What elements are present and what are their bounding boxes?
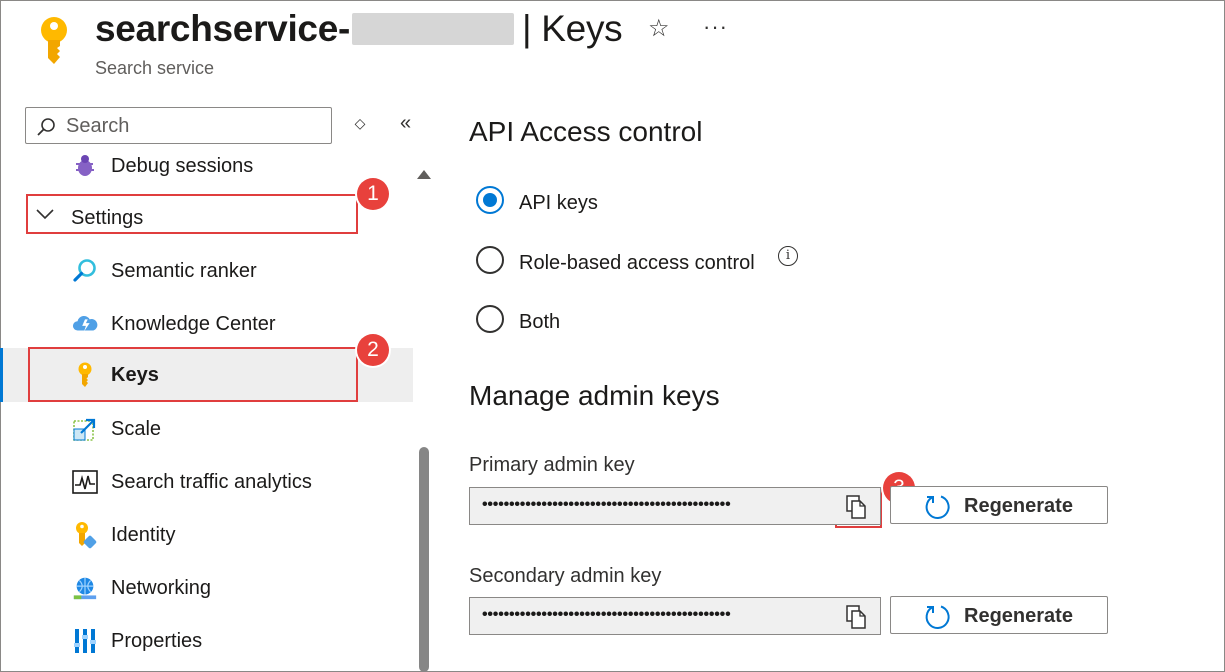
scroll-up-arrow-icon[interactable] [417, 170, 431, 179]
sidebar-item-semantic-ranker[interactable]: Semantic ranker [0, 245, 413, 297]
sidebar-item-identity[interactable]: Identity [0, 509, 413, 561]
primary-key-label: Primary admin key [469, 454, 635, 476]
primary-key-field[interactable]: ••••••••••••••••••••••••••••••••••••••••… [469, 487, 881, 525]
scale-icon [72, 416, 98, 442]
secondary-key-label: Secondary admin key [469, 565, 662, 587]
primary-regenerate-button[interactable]: Regenerate [890, 486, 1108, 524]
radio-both[interactable] [476, 305, 504, 333]
manage-admin-keys-heading: Manage admin keys [469, 380, 720, 411]
knowledge-cloud-icon [72, 311, 98, 337]
info-icon[interactable]: i [778, 246, 798, 266]
api-access-heading: API Access control [469, 116, 703, 147]
sort-toggle-icon[interactable]: ◇ [350, 115, 370, 139]
semantic-search-icon [72, 258, 98, 284]
identity-icon [72, 522, 98, 549]
networking-icon [72, 575, 98, 601]
page-subtitle: Search service [95, 58, 215, 78]
radio-label-api-keys[interactable]: API keys [519, 192, 598, 215]
sidebar-scrollbar[interactable] [419, 447, 429, 672]
favorite-star-icon[interactable]: ☆ [648, 14, 670, 43]
debug-icon [72, 153, 98, 179]
page-title: searchservice- | Keys [95, 8, 623, 49]
callout-box-settings [26, 194, 358, 234]
copy-icon[interactable] [844, 494, 868, 520]
radio-api-keys[interactable] [476, 186, 504, 214]
sidebar-search[interactable] [25, 107, 332, 144]
analytics-icon [72, 469, 98, 495]
sidebar-item-properties[interactable]: Properties [0, 615, 413, 667]
refresh-icon [925, 605, 950, 629]
active-indicator [0, 348, 3, 402]
radio-label-rbac[interactable]: Role-based access control [519, 252, 755, 275]
key-icon [41, 17, 67, 64]
search-input[interactable] [64, 112, 328, 140]
more-options-icon[interactable]: ··· [703, 14, 728, 40]
sidebar-item-scale[interactable]: Scale [0, 403, 413, 455]
redacted-name [352, 13, 514, 45]
copy-icon[interactable] [844, 604, 868, 630]
sidebar-item-search-traffic-analytics[interactable]: Search traffic analytics [0, 456, 413, 508]
collapse-sidebar-icon[interactable]: « [400, 112, 411, 135]
radio-label-both[interactable]: Both [519, 311, 560, 334]
secondary-regenerate-button[interactable]: Regenerate [890, 596, 1108, 634]
sidebar-item-networking[interactable]: Networking [0, 562, 413, 614]
search-icon [37, 118, 55, 136]
callout-badge-1: 1 [357, 178, 389, 210]
refresh-icon [925, 495, 950, 519]
radio-rbac[interactable] [476, 246, 504, 274]
sidebar-item-debug-sessions[interactable]: Debug sessions [0, 140, 413, 192]
callout-box-keys [28, 347, 358, 402]
callout-badge-2: 2 [357, 334, 389, 366]
properties-icon [72, 628, 98, 654]
sidebar-item-knowledge-center[interactable]: Knowledge Center [0, 298, 413, 350]
secondary-key-field[interactable]: ••••••••••••••••••••••••••••••••••••••••… [469, 597, 881, 635]
